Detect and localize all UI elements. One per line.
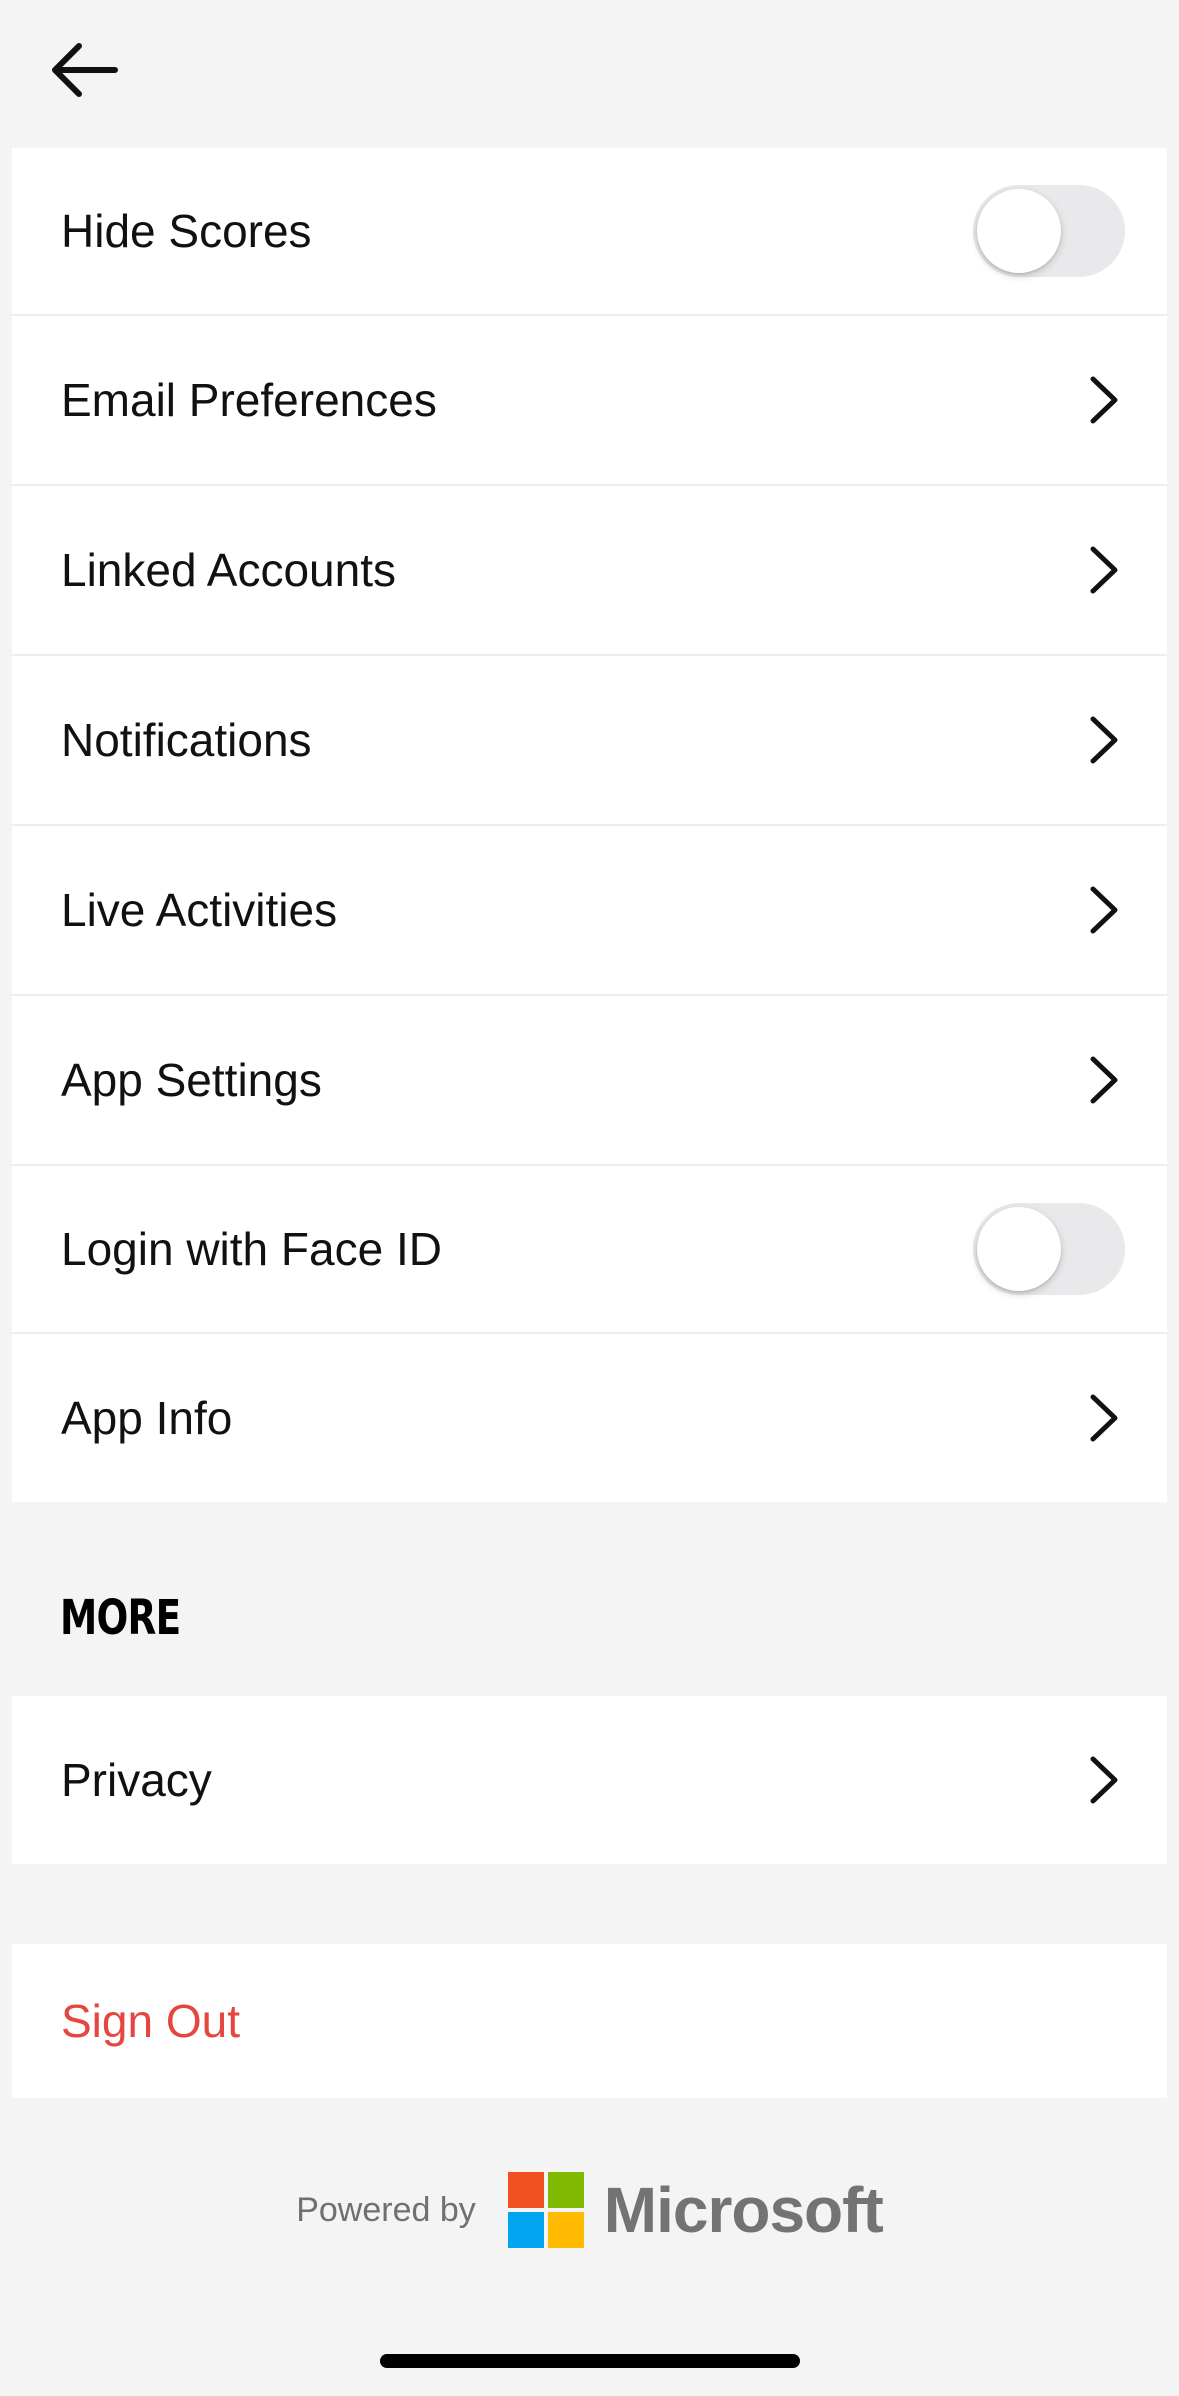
chevron-right-icon — [1090, 886, 1118, 934]
face-id-toggle[interactable] — [973, 1203, 1125, 1295]
settings-item-privacy[interactable]: Privacy — [12, 1696, 1167, 1864]
chevron-right-icon — [1090, 376, 1118, 424]
powered-by-text: Powered by — [296, 2190, 476, 2229]
settings-item-label: App Info — [61, 1392, 233, 1444]
microsoft-wordmark: Microsoft — [603, 2174, 884, 2246]
settings-item-label: Email Preferences — [61, 374, 437, 426]
section-title-more: MORE — [60, 1590, 181, 1646]
chevron-right-icon — [1090, 1394, 1118, 1442]
hide-scores-toggle[interactable] — [973, 185, 1125, 277]
settings-item-live-activities[interactable]: Live Activities — [12, 826, 1167, 996]
face-id-label: Login with Face ID — [61, 1223, 442, 1275]
sign-out-label: Sign Out — [61, 1995, 240, 2047]
hide-scores-label: Hide Scores — [61, 205, 312, 257]
settings-item-email-preferences[interactable]: Email Preferences — [12, 316, 1167, 486]
logo-square-red — [507, 2172, 544, 2208]
chevron-right-icon — [1090, 546, 1118, 594]
chevron-right-icon — [1090, 716, 1118, 764]
chevron-right-icon — [1090, 1056, 1118, 1104]
powered-by-footer: Powered by Microsoft — [0, 2160, 1179, 2260]
chevron-right-icon — [1090, 1756, 1118, 1804]
settings-item-label: App Settings — [61, 1054, 322, 1106]
logo-square-green — [547, 2172, 584, 2208]
settings-item-label: Live Activities — [61, 884, 338, 936]
more-list: Privacy — [12, 1696, 1167, 1864]
settings-list: Hide Scores Email Preferences Linked Acc… — [12, 148, 1167, 1502]
settings-item-label: Linked Accounts — [61, 544, 397, 596]
logo-square-blue — [507, 2212, 544, 2248]
home-indicator — [380, 2354, 800, 2368]
settings-item-app-info[interactable]: App Info — [12, 1334, 1167, 1502]
settings-item-app-settings[interactable]: App Settings — [12, 996, 1167, 1166]
settings-item-notifications[interactable]: Notifications — [12, 656, 1167, 826]
signout-panel: Sign Out — [12, 1944, 1167, 2098]
face-id-row: Login with Face ID — [12, 1166, 1167, 1334]
settings-item-label: Notifications — [61, 714, 312, 766]
hide-scores-row: Hide Scores — [12, 148, 1167, 316]
back-button[interactable] — [44, 34, 124, 106]
sign-out-button[interactable]: Sign Out — [12, 1944, 1167, 2098]
toggle-knob — [977, 189, 1061, 273]
settings-item-linked-accounts[interactable]: Linked Accounts — [12, 486, 1167, 656]
microsoft-logo-icon — [507, 2172, 584, 2248]
toggle-knob — [977, 1207, 1061, 1291]
arrow-left-icon — [52, 43, 118, 97]
settings-item-label: Privacy — [61, 1754, 212, 1806]
logo-square-yellow — [547, 2212, 584, 2248]
